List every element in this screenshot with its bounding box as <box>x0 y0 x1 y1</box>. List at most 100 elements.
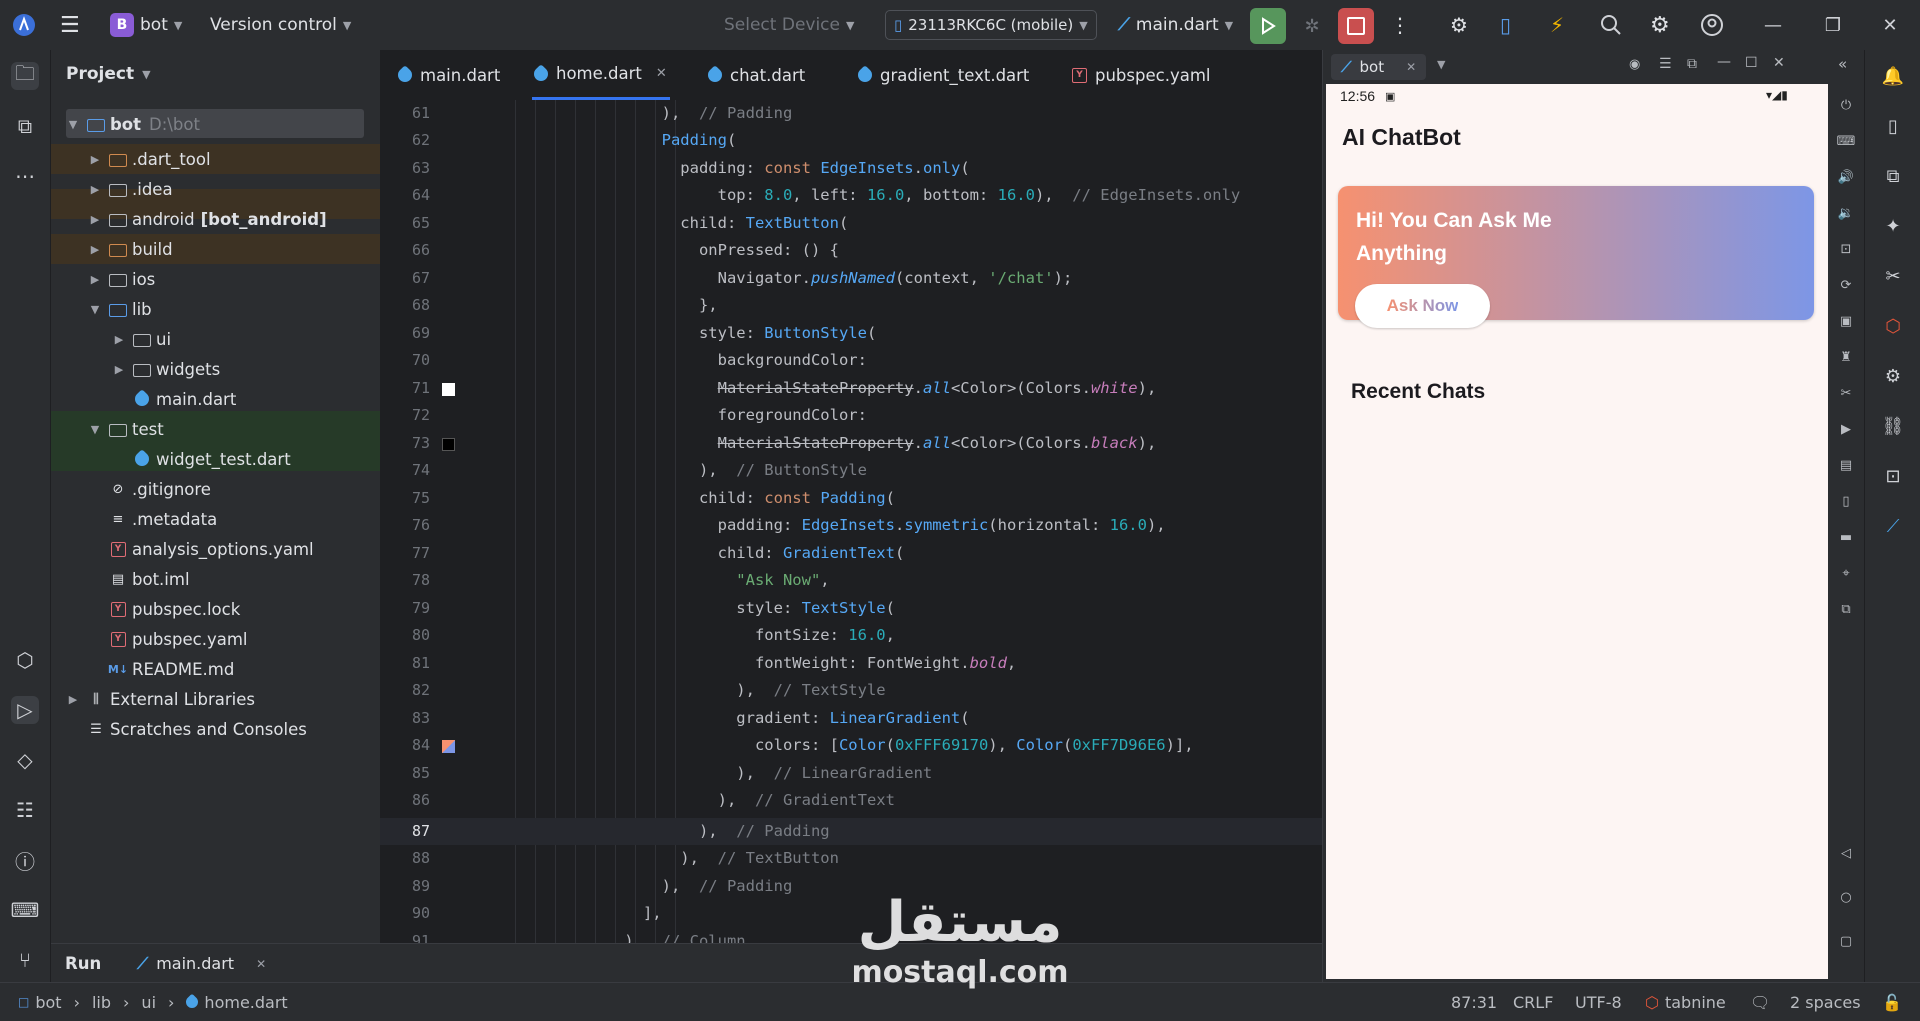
flutter-inspector-icon[interactable]: ⟋ <box>1881 514 1905 538</box>
tree-item-analysis-options[interactable]: Y analysis_options.yaml <box>51 534 431 564</box>
breadcrumb[interactable]: □ bot › lib › ui › home.dart <box>18 983 288 1021</box>
device-screen[interactable]: 12:56 ▣ ▾◢▮ AI ChatBot Hi! You Can Ask M… <box>1326 84 1828 979</box>
tab-pubspec-yaml[interactable]: Y pubspec.yaml <box>1072 50 1210 100</box>
terminal-icon[interactable]: ⌨ <box>11 896 40 924</box>
tree-item-pubspec-lock[interactable]: Y pubspec.lock <box>51 594 431 624</box>
tab-gradient-text-dart[interactable]: gradient_text.dart <box>855 50 1029 100</box>
layout-inspector-icon[interactable]: ⚙ <box>1881 364 1905 388</box>
debug-button[interactable]: ✲ <box>1294 8 1330 44</box>
project-selector[interactable]: B bot ▼ <box>110 0 182 50</box>
file-encoding[interactable]: UTF-8 <box>1575 983 1622 1021</box>
fold-icon[interactable]: ▣ <box>1837 312 1855 330</box>
device-manager-icon[interactable]: ▯ <box>1500 0 1511 50</box>
logcat-icon[interactable]: ☷ <box>11 796 39 824</box>
tab-home-dart[interactable]: home.dart ✕ <box>531 50 670 100</box>
tab-chat-dart[interactable]: chat.dart <box>705 50 805 100</box>
robot-icon[interactable]: ♜ <box>1837 348 1855 366</box>
tree-item-build[interactable]: ▶ build <box>51 234 417 264</box>
notifications-icon[interactable]: 🔔 <box>1881 64 1905 88</box>
debug-tools-icon[interactable]: ⚙ <box>1450 0 1468 50</box>
tabnine-status[interactable]: ⬡ tabnine <box>1645 983 1726 1021</box>
color-swatch-gradient[interactable] <box>442 740 455 753</box>
tree-item-bot-iml[interactable]: ▤ bot.iml <box>51 564 431 594</box>
minimize-icon[interactable]: — <box>1717 54 1731 70</box>
menu-icon[interactable]: ☰ <box>1659 56 1672 72</box>
close-icon[interactable]: ✕ <box>1773 55 1785 71</box>
tree-item-scratches[interactable]: ☰ Scratches and Consoles <box>51 714 409 744</box>
vcs-menu[interactable]: Version control ▼ <box>210 0 351 50</box>
close-icon[interactable]: ✕ <box>1862 0 1918 50</box>
select-device-dropdown[interactable]: Select Device ▼ <box>724 0 854 50</box>
ask-now-button[interactable]: Ask Now <box>1355 284 1490 328</box>
more-tools-icon[interactable]: ⋯ <box>11 162 39 190</box>
hot-reload-icon[interactable]: ⚡ <box>1550 0 1564 50</box>
breadcrumb-item[interactable]: home.dart <box>204 993 287 1012</box>
location-icon[interactable]: ⌖ <box>1837 564 1855 582</box>
device-dropdown[interactable]: ▯ 23113RKC6C (mobile) ▼ <box>885 10 1097 40</box>
run-label[interactable]: Run <box>65 944 101 983</box>
files-icon[interactable]: ⧉ <box>1881 164 1905 188</box>
settings-gear-icon[interactable]: ⚙ <box>1650 0 1670 50</box>
record-icon[interactable]: ▶ <box>1837 420 1855 438</box>
search-icon[interactable] <box>1600 0 1622 50</box>
account-icon[interactable] <box>1700 0 1724 50</box>
tree-item-test[interactable]: ▼ test <box>51 414 417 444</box>
run-tool-icon[interactable]: ▷ <box>11 696 39 724</box>
emulator-tab[interactable]: ⟋ bot ✕ <box>1331 54 1427 80</box>
maximize-icon[interactable]: ❐ <box>1805 0 1861 50</box>
stop-button[interactable] <box>1338 8 1374 44</box>
structure-icon[interactable]: ⧉ <box>11 112 39 140</box>
phone-icon[interactable]: ▯ <box>1837 492 1855 510</box>
device-status-icon[interactable]: ◉ <box>1629 57 1640 72</box>
gem-icon[interactable]: ◇ <box>11 746 39 774</box>
maximize-icon[interactable]: ☐ <box>1745 55 1758 71</box>
run-config-tab[interactable]: ⟋ main.dart ✕ <box>137 944 266 983</box>
minimize-icon[interactable]: — <box>1745 0 1801 50</box>
screen-capture-icon[interactable]: ⊡ <box>1881 464 1905 488</box>
build-variants-icon[interactable]: ⬡ <box>11 646 39 674</box>
tree-item-dart-tool[interactable]: ▶ .dart_tool <box>51 144 417 174</box>
indent-setting[interactable]: 2 spaces <box>1790 983 1861 1021</box>
lock-icon[interactable]: 🔓 <box>1882 983 1902 1021</box>
tree-item-android[interactable]: ▶ android [bot_android] <box>51 204 417 234</box>
breadcrumb-item[interactable]: lib <box>92 993 111 1012</box>
folder-icon[interactable]: ▬ <box>1837 528 1855 546</box>
breadcrumb-item[interactable]: ui <box>141 993 156 1012</box>
breadcrumb-item[interactable]: bot <box>35 993 61 1012</box>
caret-position[interactable]: 87:31 <box>1451 983 1497 1021</box>
tree-item-idea[interactable]: ▶ .idea <box>51 174 417 204</box>
close-tab-icon[interactable]: ✕ <box>256 957 266 971</box>
run-button[interactable] <box>1250 8 1286 44</box>
line-ending[interactable]: CRLF <box>1513 983 1553 1021</box>
tabnine-icon[interactable]: ⬡ <box>1881 314 1905 338</box>
main-menu-icon[interactable]: ☰ <box>60 0 80 50</box>
sd-card-icon[interactable]: ▤ <box>1837 456 1855 474</box>
keyboard-icon[interactable]: ⌨ <box>1837 132 1856 150</box>
more-actions-icon[interactable]: ⋮ <box>1390 0 1410 50</box>
device-explorer-icon[interactable]: ▯ <box>1881 114 1905 138</box>
run-config-dropdown[interactable]: ⟋ main.dart ▼ <box>1118 0 1233 50</box>
screenshot-icon[interactable]: ⊡ <box>1837 240 1855 258</box>
gemini-icon[interactable]: ✦ <box>1881 214 1905 238</box>
color-swatch-white[interactable] <box>442 383 455 396</box>
volume-down-icon[interactable]: 🔉 <box>1837 204 1855 222</box>
tree-item-ios[interactable]: ▶ ios <box>51 264 417 294</box>
color-swatch-black[interactable] <box>442 438 455 451</box>
chat-icon[interactable]: 🗨 <box>1750 983 1770 1021</box>
link-icon[interactable]: ⛓ <box>1881 414 1905 438</box>
tree-item-readme[interactable]: M↓ README.md <box>51 654 431 684</box>
home-nav-icon[interactable]: ○ <box>1837 888 1855 906</box>
tree-item-lib[interactable]: ▼ lib <box>51 294 417 324</box>
project-panel-header[interactable]: Project ▼ <box>66 64 151 84</box>
tree-item-pubspec-yaml[interactable]: Y pubspec.yaml <box>51 624 431 654</box>
back-nav-icon[interactable]: ◁ <box>1837 844 1855 862</box>
git-icon[interactable]: ⑂ <box>11 946 39 974</box>
tree-item-external-libraries[interactable]: ▶ ⫼ External Libraries <box>51 684 395 714</box>
code-editor[interactable]: ), // Padding Padding( padding: const Ed… <box>475 100 1322 943</box>
scissors-icon[interactable]: ✂ <box>1837 384 1855 402</box>
close-tab-icon[interactable]: ✕ <box>1406 60 1416 74</box>
close-tab-icon[interactable]: ✕ <box>656 66 667 81</box>
project-folder-icon[interactable]: 🗀 <box>11 61 39 90</box>
tab-main-dart[interactable]: main.dart <box>395 50 500 100</box>
mirror-icon[interactable]: ⧉ <box>1687 56 1697 72</box>
